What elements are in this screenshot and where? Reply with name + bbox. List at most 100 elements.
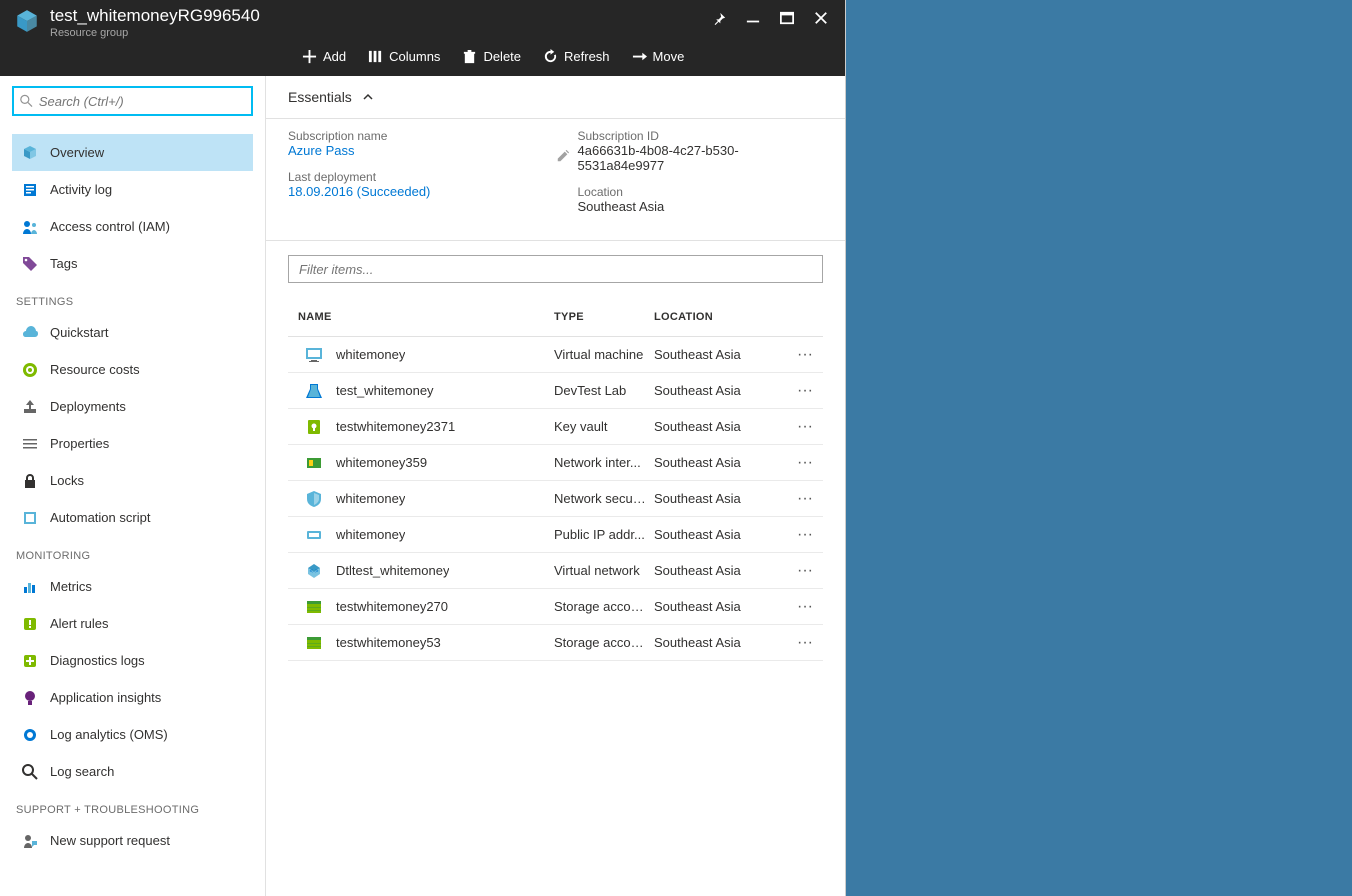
delete-button[interactable]: Delete xyxy=(462,49,521,64)
command-bar: Add Columns Delete Refresh Move xyxy=(12,39,833,76)
edit-icon[interactable] xyxy=(556,149,570,163)
refresh-button[interactable]: Refresh xyxy=(543,49,610,64)
sidebar-item-locks[interactable]: Locks xyxy=(12,462,253,499)
sidebar-item-overview[interactable]: Overview xyxy=(12,134,253,171)
table-row[interactable]: whitemoney359Network inter...Southeast A… xyxy=(288,445,823,481)
resource-name: whitemoney xyxy=(336,527,405,542)
storage-icon xyxy=(304,633,324,653)
table-row[interactable]: whitemoneyVirtual machineSoutheast Asia·… xyxy=(288,337,823,373)
row-context-menu[interactable]: ··· xyxy=(787,346,823,364)
sidebar-item-access[interactable]: Access control (IAM) xyxy=(12,208,253,245)
table-row[interactable]: whitemoneyNetwork secur...Southeast Asia… xyxy=(288,481,823,517)
sidebar-item-insights[interactable]: Application insights xyxy=(12,679,253,716)
search-input[interactable] xyxy=(39,94,245,109)
last-deploy-value[interactable]: 18.09.2016 (Succeeded) xyxy=(288,184,556,199)
chevron-up-icon xyxy=(362,91,374,103)
table-header: NAME TYPE LOCATION xyxy=(288,297,823,337)
sidebar-item-label: New support request xyxy=(50,833,170,848)
last-deploy-label: Last deployment xyxy=(288,170,556,184)
access-icon xyxy=(22,219,38,235)
col-location-header[interactable]: LOCATION xyxy=(654,311,787,323)
sidebar-group-header: SUPPORT + TROUBLESHOOTING xyxy=(12,790,253,822)
resource-type: Network inter... xyxy=(554,455,654,470)
row-context-menu[interactable]: ··· xyxy=(787,418,823,436)
sidebar-item-properties[interactable]: Properties xyxy=(12,425,253,462)
resource-name: whitemoney359 xyxy=(336,455,427,470)
sidebar-item-alerts[interactable]: Alert rules xyxy=(12,605,253,642)
maximize-icon[interactable] xyxy=(779,10,795,26)
row-context-menu[interactable]: ··· xyxy=(787,598,823,616)
location-value: Southeast Asia xyxy=(578,199,824,214)
row-context-menu[interactable]: ··· xyxy=(787,562,823,580)
filter-box[interactable] xyxy=(288,255,823,283)
minimize-icon[interactable] xyxy=(745,10,761,26)
filter-input[interactable] xyxy=(299,256,812,282)
resource-type: DevTest Lab xyxy=(554,383,654,398)
vnet-icon: <·> xyxy=(304,561,324,581)
table-row[interactable]: testwhitemoney270Storage accountSoutheas… xyxy=(288,589,823,625)
sidebar-item-label: Locks xyxy=(50,473,84,488)
sidebar-item-tags[interactable]: Tags xyxy=(12,245,253,282)
sidebar-item-activity[interactable]: Activity log xyxy=(12,171,253,208)
script-icon xyxy=(22,510,38,526)
table-row[interactable]: testwhitemoney2371Key vaultSoutheast Asi… xyxy=(288,409,823,445)
sidebar-item-diag[interactable]: Diagnostics logs xyxy=(12,642,253,679)
resource-type: Public IP addr... xyxy=(554,527,654,542)
main-content: Essentials Subscription name Azure Pass … xyxy=(266,76,845,896)
row-context-menu[interactable]: ··· xyxy=(787,490,823,508)
resource-group-blade: test_whitemoneyRG996540 Resource group xyxy=(0,0,846,896)
add-button[interactable]: Add xyxy=(302,49,346,64)
resource-name: whitemoney xyxy=(336,491,405,506)
table-row[interactable]: <·>Dtltest_whitemoneyVirtual networkSout… xyxy=(288,553,823,589)
row-context-menu[interactable]: ··· xyxy=(787,634,823,652)
resource-type: Key vault xyxy=(554,419,654,434)
overview-icon xyxy=(22,145,38,161)
sidebar-search[interactable] xyxy=(12,86,253,116)
col-name-header[interactable]: NAME xyxy=(288,311,554,323)
resource-name: whitemoney xyxy=(336,347,405,362)
sidebar-item-quickstart[interactable]: Quickstart xyxy=(12,314,253,351)
delete-label: Delete xyxy=(483,49,521,64)
sidebar-item-costs[interactable]: Resource costs xyxy=(12,351,253,388)
col-type-header[interactable]: TYPE xyxy=(554,311,654,323)
sidebar-item-label: Access control (IAM) xyxy=(50,219,170,234)
resource-table: NAME TYPE LOCATION whitemoneyVirtual mac… xyxy=(266,297,845,661)
essentials-header-label: Essentials xyxy=(288,89,352,105)
resource-location: Southeast Asia xyxy=(654,419,787,434)
resource-name: test_whitemoney xyxy=(336,383,434,398)
resource-name: testwhitemoney270 xyxy=(336,599,448,614)
sub-name-value[interactable]: Azure Pass xyxy=(288,143,556,158)
sidebar-item-logsearch[interactable]: Log search xyxy=(12,753,253,790)
blade-subtitle: Resource group xyxy=(50,27,711,39)
locks-icon xyxy=(22,473,38,489)
sidebar-item-label: Log search xyxy=(50,764,114,779)
sidebar-item-script[interactable]: Automation script xyxy=(12,499,253,536)
sidebar-item-deployments[interactable]: Deployments xyxy=(12,388,253,425)
location-label: Location xyxy=(578,185,824,199)
sidebar-item-oms[interactable]: Log analytics (OMS) xyxy=(12,716,253,753)
resource-name: Dtltest_whitemoney xyxy=(336,563,449,578)
row-context-menu[interactable]: ··· xyxy=(787,382,823,400)
columns-button[interactable]: Columns xyxy=(368,49,440,64)
row-context-menu[interactable]: ··· xyxy=(787,454,823,472)
sidebar-item-metrics[interactable]: Metrics xyxy=(12,568,253,605)
sidebar-item-label: Overview xyxy=(50,145,104,160)
resource-type: Storage account xyxy=(554,635,654,650)
table-row[interactable]: test_whitemoney DevTest LabSoutheast Asia… xyxy=(288,373,823,409)
essentials-toggle[interactable]: Essentials xyxy=(266,76,845,119)
move-button[interactable]: Move xyxy=(632,49,685,64)
sidebar-item-label: Alert rules xyxy=(50,616,109,631)
table-row[interactable]: testwhitemoney53Storage accountSoutheast… xyxy=(288,625,823,661)
resource-location: Southeast Asia xyxy=(654,383,787,398)
row-context-menu[interactable]: ··· xyxy=(787,526,823,544)
deployments-icon xyxy=(22,399,38,415)
pin-icon[interactable] xyxy=(711,10,727,26)
resource-location: Southeast Asia xyxy=(654,599,787,614)
close-icon[interactable] xyxy=(813,10,829,26)
sidebar-group-header: MONITORING xyxy=(12,536,253,568)
sidebar: Overview Activity log Access control (IAM)… xyxy=(0,76,266,896)
table-row[interactable]: whitemoney Public IP addr...Southeast Asi… xyxy=(288,517,823,553)
sidebar-item-support[interactable]: New support request xyxy=(12,822,253,859)
resource-location: Southeast Asia xyxy=(654,527,787,542)
keyvault-icon xyxy=(304,417,324,437)
